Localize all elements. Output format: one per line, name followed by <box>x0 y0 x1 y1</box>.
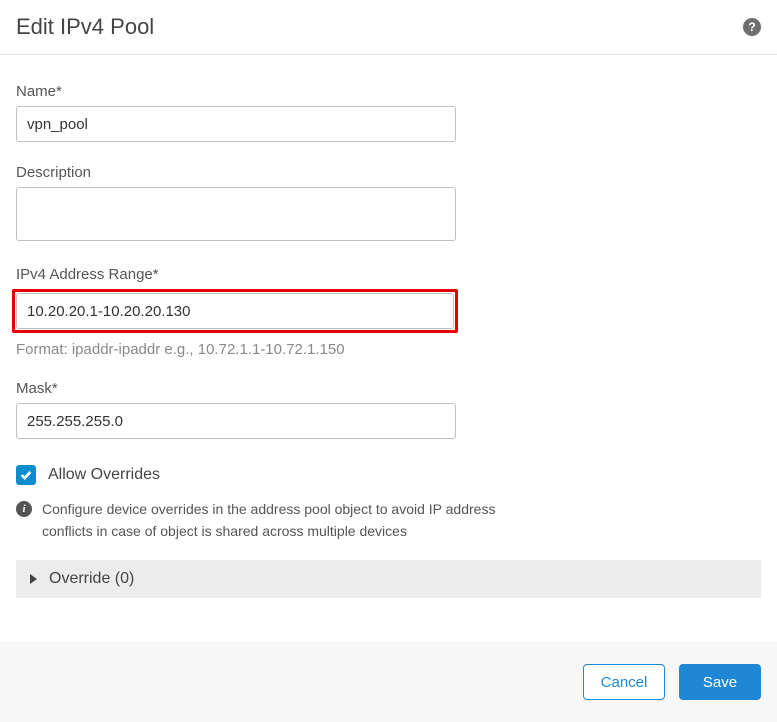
range-input[interactable] <box>16 293 454 329</box>
name-group: Name* <box>16 83 761 142</box>
mask-input[interactable] <box>16 403 456 439</box>
override-info-row: i Configure device overrides in the addr… <box>16 499 536 542</box>
description-input[interactable] <box>16 187 456 241</box>
description-group: Description <box>16 164 761 244</box>
dialog-footer: Cancel Save <box>0 642 777 722</box>
name-input[interactable] <box>16 106 456 142</box>
override-info-text: Configure device overrides in the addres… <box>42 499 536 542</box>
name-label: Name* <box>16 83 761 100</box>
allow-overrides-checkbox[interactable] <box>16 465 36 485</box>
range-highlight <box>12 289 458 333</box>
checkmark-icon <box>19 468 33 482</box>
override-section-label: Override (0) <box>49 570 134 588</box>
help-icon[interactable]: ? <box>743 18 761 36</box>
range-hint: Format: ipaddr-ipaddr e.g., 10.72.1.1-10… <box>16 341 761 358</box>
cancel-button[interactable]: Cancel <box>583 664 665 700</box>
dialog-header: Edit IPv4 Pool ? <box>0 0 777 55</box>
mask-label: Mask* <box>16 380 761 397</box>
chevron-right-icon <box>30 574 37 584</box>
override-section[interactable]: Override (0) <box>16 560 761 598</box>
allow-overrides-label: Allow Overrides <box>48 466 160 484</box>
dialog-content: Name* Description IPv4 Address Range* Fo… <box>0 55 777 618</box>
info-icon: i <box>16 501 32 517</box>
allow-overrides-row: Allow Overrides <box>16 465 761 485</box>
mask-group: Mask* <box>16 380 761 439</box>
dialog-title: Edit IPv4 Pool <box>16 14 154 40</box>
save-button[interactable]: Save <box>679 664 761 700</box>
range-group: IPv4 Address Range* Format: ipaddr-ipadd… <box>16 266 761 358</box>
range-label: IPv4 Address Range* <box>16 266 761 283</box>
description-label: Description <box>16 164 761 181</box>
